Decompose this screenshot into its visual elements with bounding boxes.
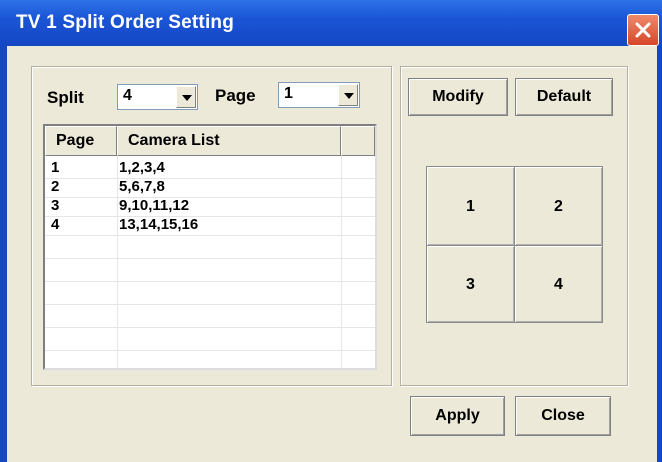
window-frame-left [0,46,7,462]
split-label: Split [47,88,84,107]
table-row[interactable] [45,305,375,328]
dialog-window: TV 1 Split Order Setting Split 4 Page 1 … [0,0,662,462]
table-row[interactable] [45,236,375,259]
split-cell-4[interactable]: 4 [514,245,603,323]
page-dropdown-button[interactable] [338,84,358,106]
column-header-camera-list[interactable]: Camera List [117,126,341,156]
split-cell-1[interactable]: 1 [426,166,515,246]
dropdown-arrow-icon [344,93,354,99]
page-label: Page [215,86,256,105]
default-button[interactable]: Default [515,78,613,116]
column-header-page[interactable]: Page [45,126,117,156]
apply-button[interactable]: Apply [410,396,505,436]
split-cell-2[interactable]: 2 [514,166,603,246]
window-close-button[interactable] [627,14,659,46]
close-icon [635,22,651,38]
page-value: 1 [284,85,293,102]
column-header-empty[interactable] [341,126,375,156]
table-row[interactable] [45,348,375,371]
page-select[interactable]: 1 [278,82,360,108]
split-dropdown-button[interactable] [176,86,196,108]
table-row[interactable] [45,282,375,305]
split-value: 4 [123,87,132,104]
window-frame-right [657,46,662,462]
split-cell-3[interactable]: 3 [426,245,515,323]
close-button[interactable]: Close [515,396,611,436]
modify-button[interactable]: Modify [408,78,508,116]
camera-list[interactable]: Page Camera List 1 1,2,3,4 2 5,6,7,8 3 9… [43,124,377,371]
title-bar[interactable]: TV 1 Split Order Setting [0,0,662,46]
table-row[interactable]: 4 13,14,15,16 [45,213,375,236]
dropdown-arrow-icon [182,95,192,101]
table-row[interactable] [45,259,375,282]
split-select[interactable]: 4 [117,84,198,110]
window-title: TV 1 Split Order Setting [16,12,235,33]
